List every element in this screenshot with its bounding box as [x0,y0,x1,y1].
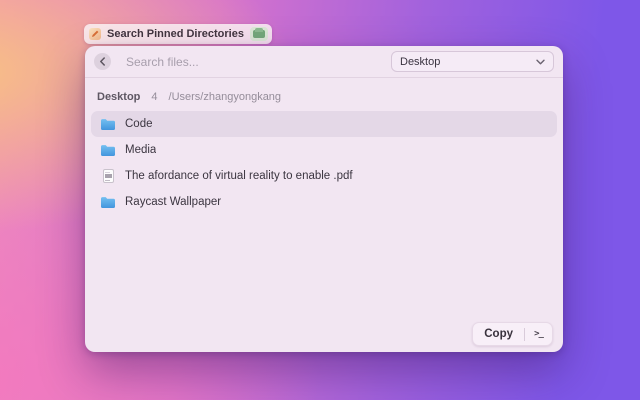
search-directories-window: Desktop Desktop 4 /Users/zhangyongkang C… [85,46,563,352]
folder-icon [100,144,116,157]
search-bar: Desktop [85,46,563,78]
copy-button[interactable]: Copy [473,323,524,345]
back-button[interactable] [94,53,111,70]
printer-icon [250,27,268,41]
list-item-media[interactable]: Media [91,137,557,163]
pencil-icon [89,28,101,40]
list-item-label: The afordance of virtual reality to enab… [125,170,353,182]
list-item-label: Raycast Wallpaper [125,196,221,208]
terminal-button[interactable]: >_ [525,323,552,345]
chevron-down-icon [536,59,545,65]
breadcrumb: Desktop 4 /Users/zhangyongkang [97,90,551,104]
pdf-document-icon [100,169,116,183]
launcher-tab-label: Search Pinned Directories [107,28,244,40]
list-item-label: Media [125,144,156,156]
list-item-code[interactable]: Code [91,111,557,137]
list-item-raycast-wallpaper[interactable]: Raycast Wallpaper [91,189,557,215]
list-item-pdf[interactable]: The afordance of virtual reality to enab… [91,163,557,189]
footer-action-group: Copy >_ [472,322,553,346]
breadcrumb-section: Desktop [97,91,140,103]
breadcrumb-path: /Users/zhangyongkang [169,91,282,103]
directory-dropdown-value: Desktop [400,56,440,68]
launcher-tab[interactable]: Search Pinned Directories [84,24,272,44]
footer: Copy >_ [472,322,553,346]
chevron-left-icon [99,57,106,66]
directory-dropdown[interactable]: Desktop [391,51,554,72]
file-list: Code Media The afordance of virtual real… [91,111,557,215]
folder-icon [100,118,116,131]
search-input[interactable] [124,54,391,70]
breadcrumb-count: 4 [151,91,157,103]
list-item-label: Code [125,118,153,130]
folder-icon [100,196,116,209]
